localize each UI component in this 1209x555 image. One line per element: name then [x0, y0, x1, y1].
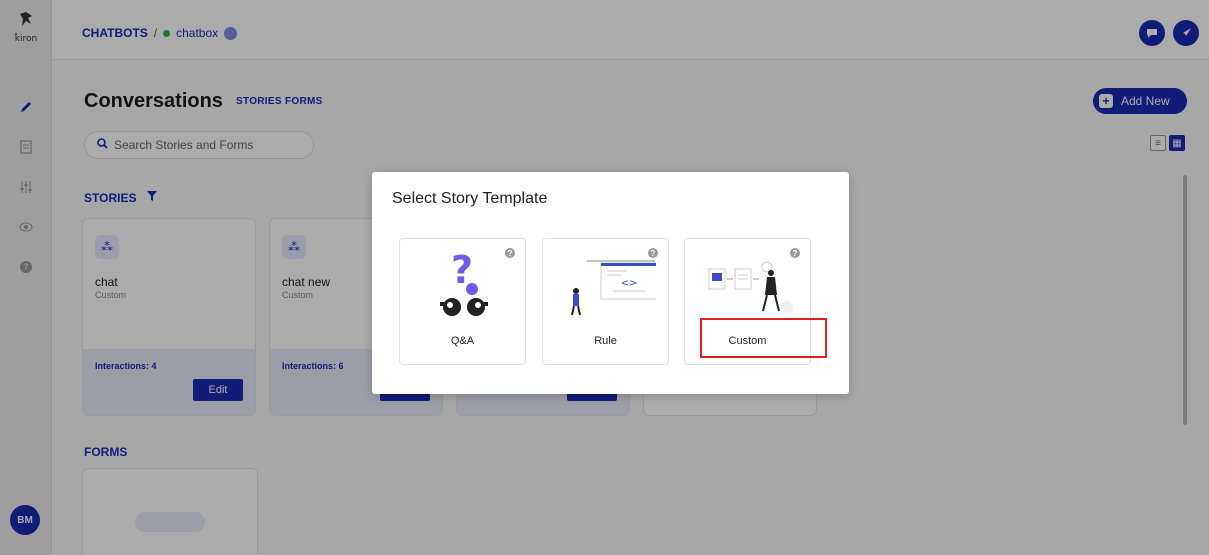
- qa-illustration-icon: ?: [414, 248, 513, 317]
- rule-illustration-icon: <>: [557, 249, 658, 317]
- modal-title: Select Story Template: [392, 190, 548, 207]
- template-label: Rule: [594, 335, 617, 347]
- svg-text:<>: <>: [621, 278, 638, 289]
- custom-highlight-box: [700, 318, 827, 358]
- select-story-template-modal: Select Story Template ? ? Q&A ? <> Rule …: [372, 172, 849, 394]
- custom-illustration-icon: [699, 249, 798, 317]
- template-option-rule[interactable]: ? <> Rule: [542, 238, 669, 365]
- template-label: Q&A: [450, 335, 475, 347]
- template-option-qa[interactable]: ? ? Q&A: [399, 238, 526, 365]
